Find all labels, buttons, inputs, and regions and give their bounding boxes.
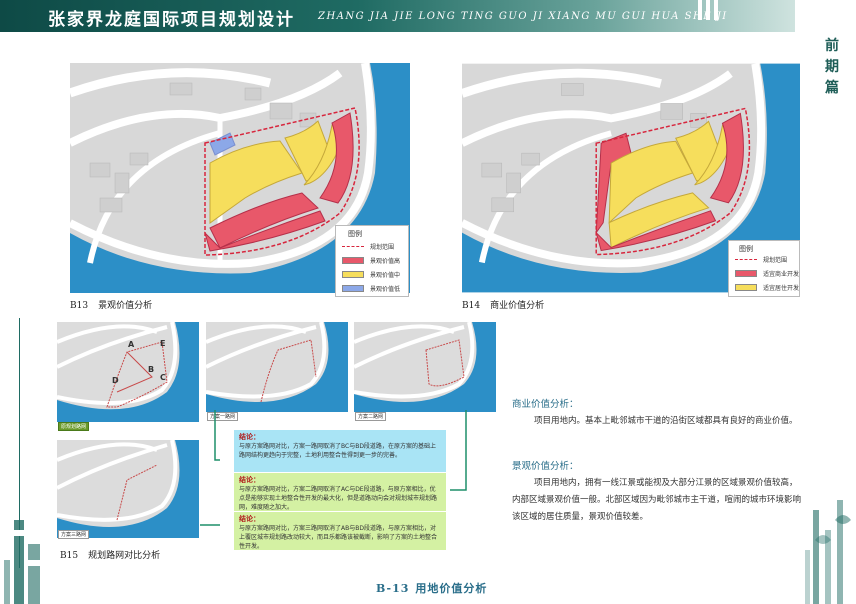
conclusion-title: 结论： [239, 433, 260, 441]
point-label: A [128, 340, 135, 349]
commercial-heading: 商业价值分析： [512, 399, 579, 410]
legend-item: 适宜居住开发 [735, 283, 799, 292]
caption-code: B14 [462, 301, 481, 311]
legend-title: 图例 [739, 245, 753, 253]
legend-swatch [735, 259, 757, 260]
conclusion-title: 结论： [239, 476, 260, 484]
landscape-line: 项目用地内，拥有一线江景或能视及大部分江景的区域景观价值较高， [534, 478, 798, 488]
landscape-heading: 景观价值分析： [512, 461, 579, 472]
caption-code: B15 [60, 551, 79, 561]
legend-item: 规划范围 [342, 242, 394, 251]
decoration-left [4, 520, 40, 604]
label-plan3-road: 方案三路网 [58, 530, 90, 539]
commercial-text: 项目用地内。基本上毗邻城市干道的沿街区域都具有良好的商业价值。 [534, 416, 798, 426]
caption-b15: B15 规划路网对比分析 [60, 548, 160, 561]
section-title-char: 期 [825, 59, 839, 75]
legend-swatch [735, 284, 757, 291]
legend-commercial: 图例 规划范围 适宜商业开发 适宜居住开发 [728, 240, 800, 297]
conclusion-text: 与原方案路网对比，方案一路网取消了BC与BD段道路，在原方案的基础上路网结构更趋… [239, 443, 436, 459]
footer-code: B-13 [376, 582, 410, 595]
map-road-plan3 [57, 440, 199, 538]
legend-landscape: 图例 规划范围 景观价值高 景观价值中 景观价值低 [335, 225, 409, 297]
legend-item: 景观价值中 [342, 270, 400, 279]
label-current-road: 原规划路网 [58, 422, 90, 431]
conclusion-plan3: 结论： 与原方案路网对比，方案三路网取消了AB与BD段道路，与原方案相比，对上覆… [234, 512, 446, 550]
legend-label: 景观价值中 [370, 272, 401, 279]
landscape-line: 该区域的居住质量，景观价值较差。 [512, 512, 649, 522]
point-label: D [112, 376, 119, 385]
caption-title: 景观价值分析 [98, 301, 153, 311]
header-bar: 张家界龙庭国际项目规划设计 ZHANG JIA JIE LONG TING GU… [0, 0, 795, 32]
conclusion-plan1: 结论： 与原方案路网对比，方案一路网取消了BC与BD段道路，在原方案的基础上路网… [234, 430, 446, 472]
map-road-current [57, 322, 199, 422]
point-label: B [148, 365, 155, 374]
legend-swatch [342, 257, 364, 264]
map-road-plan1 [206, 322, 348, 412]
caption-b13: B13 景观价值分析 [70, 298, 152, 311]
map-road-plan2 [354, 322, 496, 412]
legend-swatch [342, 285, 364, 292]
conclusion-text: 与原方案路网对比，方案三路网取消了AB与BD段道路，与原方案相比，对上覆区城市规… [239, 525, 438, 550]
caption-title: 规划路网对比分析 [88, 551, 161, 561]
section-title-char: 篇 [825, 80, 839, 96]
legend-swatch [342, 271, 364, 278]
legend-item: 适宜商业开发 [735, 269, 799, 278]
footer-title: B-13 用地价值分析 [376, 580, 487, 596]
legend-swatch [735, 270, 757, 277]
page-title: 张家界龙庭国际项目规划设计 [48, 10, 295, 30]
caption-b14: B14 商业价值分析 [462, 298, 544, 311]
point-label: E [160, 339, 166, 348]
legend-title: 图例 [348, 230, 362, 238]
legend-item: 景观价值低 [342, 284, 400, 293]
legend-label: 规划范围 [370, 244, 395, 251]
conclusion-text: 与原方案路网对比，方案二路网取消了AC与DE段道路，与原方案相比，优点是能够实现… [239, 486, 438, 511]
landscape-analysis: 景观价值分析： 项目用地内，拥有一线江景或能视及大部分江景的区域景观价值较高， … [512, 458, 812, 526]
conclusion-plan2: 结论： 与原方案路网对比，方案二路网取消了AC与DE段道路，与原方案相比，优点是… [234, 473, 446, 511]
legend-swatch [342, 246, 364, 247]
legend-item: 规划范围 [735, 255, 787, 264]
legend-label: 景观价值高 [370, 258, 401, 265]
legend-label: 规划范围 [763, 257, 788, 264]
caption-code: B13 [70, 301, 89, 311]
landscape-line: 内部区域景观价值一般。北部区域因为毗邻城市主干道，喧闹的城市环境影响 [512, 495, 802, 505]
legend-label: 景观价值低 [370, 286, 401, 293]
conclusion-title: 结论： [239, 515, 260, 523]
legend-label: 适宜居住开发 [763, 285, 800, 292]
section-title: 前 期 篇 [822, 36, 842, 99]
point-label: C [160, 373, 166, 382]
legend-item: 景观价值高 [342, 256, 400, 265]
header-decoration [690, 0, 800, 20]
footer-text: 用地价值分析 [415, 582, 488, 595]
caption-title: 商业价值分析 [490, 301, 545, 311]
commercial-analysis: 商业价值分析： 项目用地内。基本上毗邻城市干道的沿街区域都具有良好的商业价值。 [512, 396, 802, 430]
section-title-char: 前 [825, 38, 839, 54]
legend-label: 适宜商业开发 [763, 271, 800, 278]
page-title-pinyin: ZHANG JIA JIE LONG TING GUO JI XIANG MU … [318, 11, 728, 22]
